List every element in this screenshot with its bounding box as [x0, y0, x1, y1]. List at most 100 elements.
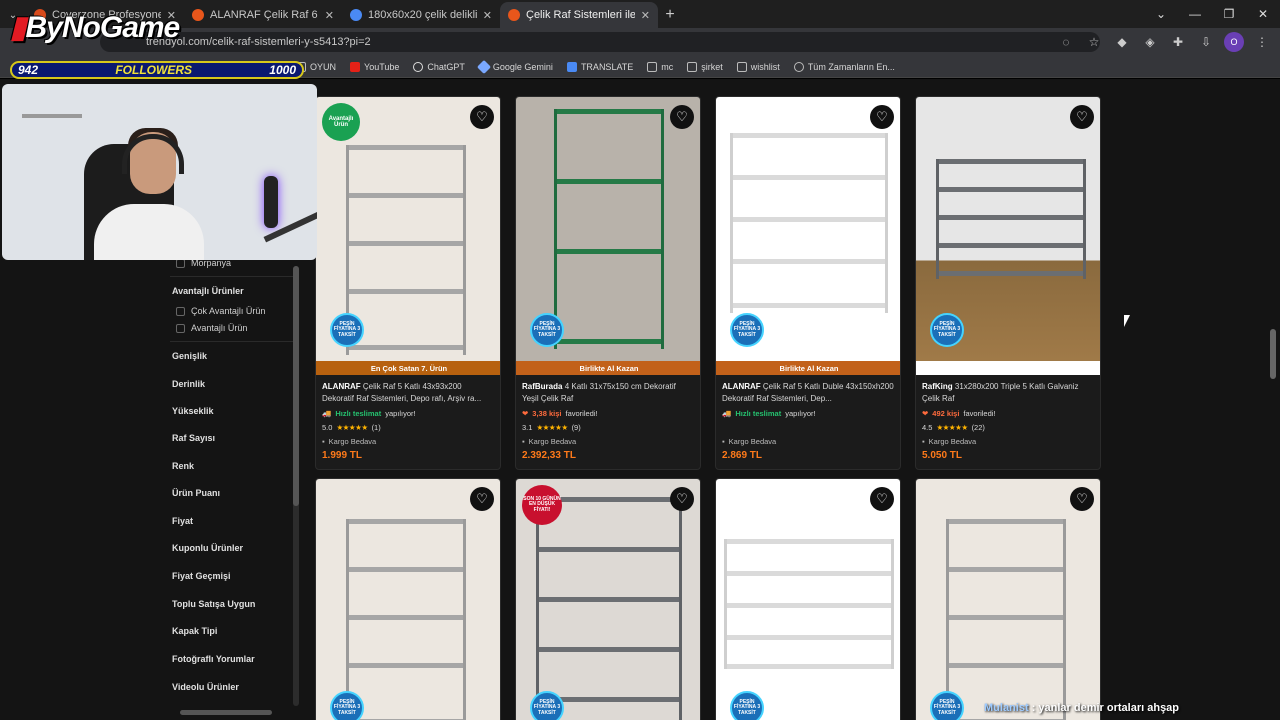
- filter-yukseklik[interactable]: Yükseklik: [172, 406, 214, 416]
- filter-renk[interactable]: Renk: [172, 461, 194, 471]
- product-image[interactable]: ♡ PEŞİN FİYATINA 3 TAKSİT: [916, 97, 1100, 361]
- product-image[interactable]: SON 10 GÜNÜN EN DÜŞÜK FİYATI! ♡ PEŞİN Fİ…: [516, 479, 700, 720]
- bookmark-mc[interactable]: mc: [647, 61, 673, 72]
- bookmark-gemini[interactable]: Google Gemini: [476, 59, 553, 74]
- cargo-icon: ▪: [322, 437, 325, 446]
- product-image[interactable]: ♡ PEŞİN FİYATINA 3 TAKSİT: [516, 97, 700, 361]
- favorites-count: 492 kişi: [932, 409, 960, 418]
- product-image[interactable]: Avantajlı Ürün ♡ PEŞİN FİYATINA 3 TAKSİT: [316, 97, 500, 361]
- browser-tab-3[interactable]: 180x60x20 çelik delikli raf - Go ✕: [342, 2, 500, 28]
- extension-icon[interactable]: ◈: [1140, 32, 1160, 52]
- bookmark-tum-zamanlarin[interactable]: Tüm Zamanların En...: [793, 61, 895, 72]
- browser-tab-2[interactable]: ALANRAF Çelik Raf 6 Katlı 27x5 ✕: [184, 2, 342, 28]
- filter-urun-puani[interactable]: Ürün Puanı: [172, 488, 220, 498]
- gemini-icon: [476, 59, 491, 74]
- filter-option-cok-avantajli[interactable]: Çok Avantajlı Ürün: [176, 306, 265, 316]
- favorite-heart-icon[interactable]: ♡: [470, 105, 494, 129]
- product-info: RafBurada 4 Katlı 31x75x150 cm Dekoratif…: [516, 375, 700, 469]
- bookmark-translate[interactable]: TRANSLATE: [566, 61, 633, 72]
- filter-kapak-tipi[interactable]: Kapak Tipi: [172, 626, 217, 636]
- tab-menu-icon[interactable]: ⌄: [1144, 0, 1178, 28]
- new-tab-icon[interactable]: +: [658, 2, 682, 28]
- product-title[interactable]: RafBurada 4 Katlı 31x75x150 cm Dekoratif…: [522, 381, 694, 405]
- close-window-icon[interactable]: ✕: [1246, 0, 1280, 28]
- favorite-heart-icon[interactable]: ♡: [1070, 487, 1094, 511]
- more-menu-icon[interactable]: ⋮: [1252, 32, 1272, 52]
- filter-genislik[interactable]: Genişlik: [172, 351, 207, 361]
- rating-line-empty: [722, 422, 894, 433]
- filter-avantajli-urunler[interactable]: Avantajlı Ürünler: [172, 286, 244, 296]
- truck-icon: 🚚: [722, 409, 732, 418]
- pesin-fiyatina-taksit-badge: PEŞİN FİYATINA 3 TAKSİT: [730, 313, 764, 347]
- product-card[interactable]: SON 10 GÜNÜN EN DÜŞÜK FİYATI! ♡ PEŞİN Fİ…: [515, 478, 701, 720]
- truck-icon: 🚚: [322, 409, 332, 418]
- favorite-heart-icon[interactable]: ♡: [670, 487, 694, 511]
- bookmark-youtube[interactable]: YouTube: [350, 61, 399, 72]
- filter-toplu-satisa-uygun[interactable]: Toplu Satışa Uygun: [172, 599, 255, 609]
- filter-derinlik[interactable]: Derinlik: [172, 379, 205, 389]
- product-card[interactable]: ♡ PEŞİN FİYATINA 3 TAKSİT: [715, 478, 901, 720]
- url-field[interactable]: trendyol.com/celik-raf-sistemleri-y-s541…: [100, 32, 1100, 52]
- product-card[interactable]: ♡ PEŞİN FİYATINA 3 TAKSİT: [915, 478, 1101, 720]
- followers-goal: 1000: [269, 63, 296, 77]
- filter-raf-sayisi[interactable]: Raf Sayısı: [172, 433, 215, 443]
- profile-avatar-icon[interactable]: O: [1224, 32, 1244, 52]
- favorites-rest: favoriledi!: [963, 409, 996, 418]
- favorite-heart-icon[interactable]: ♡: [870, 487, 894, 511]
- sidebar-horizontal-scrollbar[interactable]: [180, 710, 272, 715]
- shelf-illustration: [936, 159, 1086, 279]
- divider: [170, 276, 294, 277]
- shelf-illustration: [730, 133, 888, 313]
- favorite-heart-icon[interactable]: ♡: [1070, 105, 1094, 129]
- favorite-heart-icon[interactable]: ♡: [670, 105, 694, 129]
- bookmark-sirket[interactable]: şirket: [687, 61, 723, 72]
- tab-label: 180x60x20 çelik delikli raf - Go: [368, 9, 477, 21]
- product-card[interactable]: Avantajlı Ürün ♡ PEŞİN FİYATINA 3 TAKSİT…: [315, 96, 501, 470]
- product-title[interactable]: RafKing 31x280x200 Triple 5 Katlı Galvan…: [922, 381, 1094, 405]
- folder-icon: [647, 61, 658, 72]
- bookmark-wishlist[interactable]: wishlist: [736, 61, 780, 72]
- page-scrollbar-thumb[interactable]: [1270, 329, 1276, 379]
- favorite-heart-icon[interactable]: ♡: [470, 487, 494, 511]
- product-card[interactable]: ♡ PEŞİN FİYATINA 3 TAKSİT RafKing 31x280…: [915, 96, 1101, 470]
- product-image[interactable]: ♡ PEŞİN FİYATINA 3 TAKSİT: [716, 97, 900, 361]
- product-title[interactable]: ALANRAF Çelik Raf 5 Katlı 43x93x200 Deko…: [322, 381, 494, 405]
- minimize-icon[interactable]: —: [1178, 0, 1212, 28]
- heart-icon: ❤: [922, 409, 929, 418]
- favorite-heart-icon[interactable]: ♡: [870, 105, 894, 129]
- scrollbar-thumb[interactable]: [293, 266, 299, 506]
- filter-fotografli-yorumlar[interactable]: Fotoğraflı Yorumlar: [172, 654, 255, 664]
- checkbox-icon[interactable]: [176, 306, 185, 316]
- checkbox-icon[interactable]: [176, 323, 185, 333]
- product-image[interactable]: ♡ PEŞİN FİYATINA 3 TAKSİT: [316, 479, 500, 720]
- product-image[interactable]: ♡ PEŞİN FİYATINA 3 TAKSİT: [716, 479, 900, 720]
- browser-tab-4[interactable]: Çelik Raf Sistemleri ile Depo ✕: [500, 2, 658, 28]
- product-image[interactable]: ♡ PEŞİN FİYATINA 3 TAKSİT: [916, 479, 1100, 720]
- sidebar-scrollbar[interactable]: [293, 266, 299, 706]
- filter-kuponlu-urunler[interactable]: Kuponlu Ürünler: [172, 543, 243, 553]
- chat-message: : yanlar demir ortaları ahşap: [1031, 702, 1180, 714]
- heart-icon: ❤: [522, 409, 529, 418]
- puzzle-icon[interactable]: ✚: [1168, 32, 1188, 52]
- rating-stars-icon: ★★★★★: [336, 423, 368, 432]
- restore-icon[interactable]: ❐: [1212, 0, 1246, 28]
- bookmark-star-icon[interactable]: ☆: [1084, 32, 1104, 52]
- rating-stars-icon: ★★★★★: [936, 423, 968, 432]
- product-card[interactable]: ♡ PEŞİN FİYATINA 3 TAKSİT: [315, 478, 501, 720]
- product-card[interactable]: ♡ PEŞİN FİYATINA 3 TAKSİT Birlikte Al Ka…: [715, 96, 901, 470]
- tab-close-icon[interactable]: ✕: [483, 9, 492, 22]
- download-icon[interactable]: ⇩: [1196, 32, 1216, 52]
- eye-off-icon[interactable]: ◌: [1056, 32, 1076, 52]
- product-title[interactable]: ALANRAF Çelik Raf 5 Katlı Duble 43x150xh…: [722, 381, 894, 405]
- tab-close-icon[interactable]: ✕: [325, 9, 334, 22]
- tab-close-icon[interactable]: ✕: [641, 9, 650, 22]
- filter-option-avantajli[interactable]: Avantajlı Ürün: [176, 323, 247, 333]
- rating-line: 4.5 ★★★★★ (22): [922, 422, 1094, 433]
- filter-fiyat[interactable]: Fiyat: [172, 516, 193, 526]
- extension-icon[interactable]: ◆: [1112, 32, 1132, 52]
- filter-fiyat-gecmisi[interactable]: Fiyat Geçmişi: [172, 571, 231, 581]
- translate-icon: [566, 61, 577, 72]
- filter-videolu-urunler[interactable]: Videolu Ürünler: [172, 682, 239, 692]
- product-card[interactable]: ♡ PEŞİN FİYATINA 3 TAKSİT Birlikte Al Ka…: [515, 96, 701, 470]
- bookmark-chatgpt[interactable]: ChatGPT: [413, 61, 465, 72]
